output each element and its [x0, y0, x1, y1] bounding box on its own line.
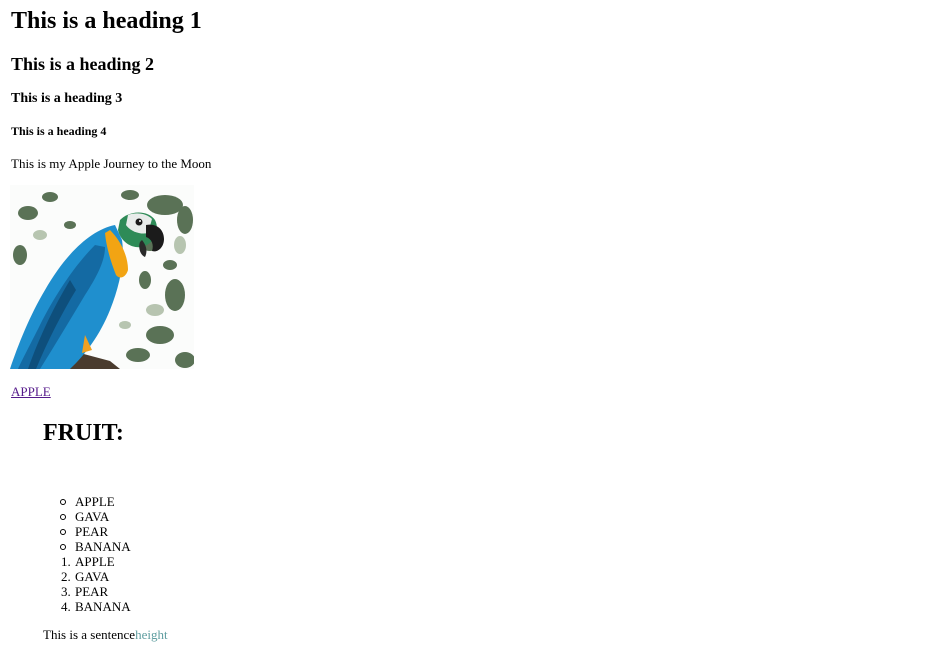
list-item-number: 1.: [61, 554, 71, 569]
list-item-label: GAVA: [75, 509, 110, 524]
list-item-number: 2.: [61, 569, 71, 584]
list-item-label: BANANA: [75, 539, 131, 554]
list-item-label: PEAR: [75, 524, 109, 539]
circle-bullet-icon: [60, 514, 66, 520]
page: This is a heading 1 This is a heading 2 …: [0, 0, 925, 649]
sentence-accent-text: height: [135, 627, 168, 642]
ordered-list-item: 3. PEAR: [61, 584, 109, 599]
circle-bullet-icon: [60, 529, 66, 535]
heading-1: This is a heading 1: [11, 8, 202, 34]
circle-bullet-icon: [60, 544, 66, 550]
heading-2: This is a heading 2: [11, 54, 155, 74]
sentence: This is a sentenceheight: [43, 627, 168, 643]
unordered-list-item: GAVA: [60, 509, 110, 524]
heading-3: This is a heading 3: [11, 91, 123, 106]
list-item-label: APPLE: [75, 494, 115, 509]
unordered-list-item: APPLE: [60, 494, 115, 509]
ordered-list-item: 2. GAVA: [61, 569, 110, 584]
list-item-number: 4.: [61, 599, 71, 614]
ordered-list-item: 1. APPLE: [61, 554, 115, 569]
parrot-illustration: [10, 185, 194, 369]
ordered-list-item: 4. BANANA: [61, 599, 131, 614]
unordered-list-item: PEAR: [60, 524, 109, 539]
list-item-label: BANANA: [75, 599, 131, 614]
circle-bullet-icon: [60, 499, 66, 505]
list-item-label: PEAR: [75, 584, 109, 599]
fruit-heading: FRUIT:: [43, 420, 124, 446]
parrot-image: [10, 185, 194, 369]
apple-link[interactable]: APPLE: [11, 384, 51, 400]
list-item-label: GAVA: [75, 569, 110, 584]
heading-4: This is a heading 4: [11, 124, 107, 138]
list-item-number: 3.: [61, 584, 71, 599]
sentence-text: This is a sentence: [43, 627, 136, 642]
intro-paragraph: This is my Apple Journey to the Moon: [11, 156, 212, 171]
list-item-label: APPLE: [75, 554, 115, 569]
unordered-list-item: BANANA: [60, 539, 131, 554]
